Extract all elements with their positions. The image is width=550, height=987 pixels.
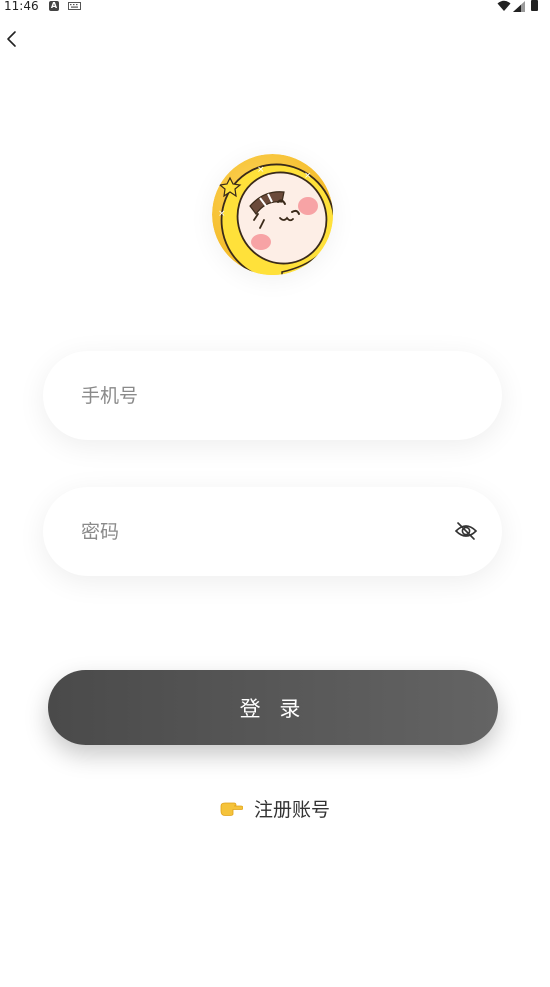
phone-field	[43, 351, 502, 440]
login-button[interactable]: 登 录	[48, 670, 498, 745]
toggle-password-visibility-button[interactable]	[454, 520, 478, 542]
avatar: × × ×	[212, 154, 333, 275]
pointing-hand-icon	[220, 802, 243, 816]
register-link[interactable]: 注册账号	[219, 795, 330, 821]
status-time: 11:46	[4, 0, 39, 13]
cartoon-mascot-avatar: × × ×	[212, 154, 333, 275]
back-button[interactable]	[2, 27, 24, 51]
svg-text:×: ×	[304, 171, 312, 181]
svg-text:×: ×	[218, 209, 226, 219]
login-screen: 11:46 A × × × 手机号 登 录 注册账号	[0, 0, 550, 987]
a-badge-icon: A	[49, 1, 59, 11]
svg-text:×: ×	[257, 165, 265, 175]
eye-off-icon	[454, 522, 478, 540]
keyboard-icon	[68, 2, 81, 10]
password-field	[43, 487, 502, 576]
battery-icon	[531, 0, 538, 11]
phone-input[interactable]	[81, 351, 441, 440]
chevron-left-icon	[7, 31, 16, 47]
wifi-icon	[497, 0, 511, 11]
register-label: 注册账号	[254, 798, 331, 821]
password-input[interactable]	[81, 487, 441, 576]
status-bar: 11:46 A	[0, 0, 550, 14]
signal-icon	[513, 1, 525, 12]
